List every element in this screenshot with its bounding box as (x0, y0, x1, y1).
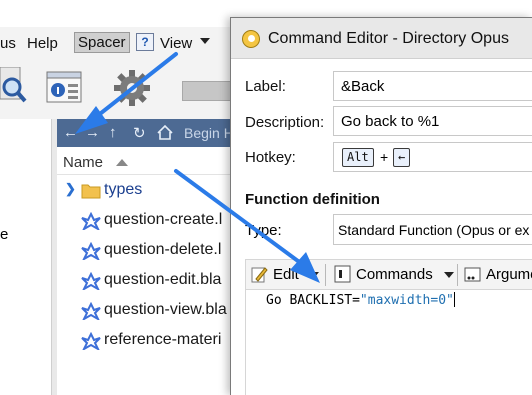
arguments-menu-button[interactable]: Argume (464, 264, 532, 286)
label-caption: Label: (245, 78, 286, 95)
edit-menu-button[interactable]: Edit (251, 264, 323, 286)
list-item[interactable]: question-view.bla (57, 296, 235, 326)
menu-item-help[interactable]: Help (27, 35, 58, 52)
refresh-icon[interactable]: ↻ (133, 124, 146, 142)
commands-icon (334, 265, 351, 283)
opus-app-icon (242, 30, 260, 48)
folder-tree-pane: e (0, 119, 52, 395)
arguments-menu-label: Argume (486, 266, 532, 283)
sort-ascending-icon (116, 159, 128, 166)
toolbar-divider (457, 264, 458, 286)
file-name: question-view.bla (104, 301, 227, 318)
blade-file-icon (81, 302, 101, 320)
list-item[interactable]: question-edit.bla (57, 266, 235, 296)
properties-icon[interactable] (46, 71, 84, 105)
list-item[interactable]: reference-materi (57, 326, 235, 356)
editor-toolbar: Edit Commands Argume (245, 259, 532, 289)
dialog-title: Command Editor - Directory Opus (268, 30, 509, 47)
label-field[interactable]: &Back (333, 71, 532, 101)
blade-file-icon (81, 272, 101, 290)
list-item[interactable]: question-create.l (57, 206, 235, 236)
toolbar-field[interactable] (182, 81, 235, 101)
search-icon[interactable] (0, 67, 28, 105)
background-menubar: us Help Spacer ? View (0, 27, 235, 59)
column-header[interactable]: Name (57, 147, 235, 175)
menu-item-spacer[interactable]: Spacer (74, 32, 130, 53)
edit-pencil-icon (251, 267, 268, 283)
commands-menu-label: Commands (356, 266, 433, 283)
file-name: types (104, 181, 143, 198)
back-arrow-icon[interactable]: ← (63, 124, 78, 141)
menu-item-fragment[interactable]: us (0, 35, 16, 52)
list-item[interactable]: question-delete.l (57, 236, 235, 266)
file-name: question-create.l (104, 211, 223, 228)
gear-icon[interactable] (113, 69, 151, 107)
view-help-icon: ? (136, 33, 154, 51)
list-item[interactable]: ❯ types (57, 176, 235, 206)
column-header-name[interactable]: Name (63, 154, 103, 171)
chevron-down-icon[interactable] (200, 38, 210, 44)
hotkey-field[interactable]: Alt + ← (333, 142, 532, 172)
folder-icon (81, 184, 101, 199)
toolbar-divider (325, 264, 326, 286)
command-code-editor[interactable]: Go BACKLIST="maxwidth=0" (245, 289, 532, 395)
file-name: question-delete.l (104, 241, 222, 258)
hotkey-caption: Hotkey: (245, 149, 296, 166)
blade-file-icon (81, 212, 101, 230)
function-definition-heading: Function definition (245, 191, 380, 208)
file-list-pane: ← → ↑ ↻ Begin H Name ❯ types question-cr… (57, 119, 235, 395)
file-name: reference-materi (104, 331, 222, 348)
commands-menu-button[interactable]: Commands (334, 264, 454, 286)
menu-item-view[interactable]: View (160, 35, 192, 52)
chevron-down-icon (309, 272, 319, 278)
description-caption: Description: (245, 114, 325, 131)
code-string-argument: "maxwidth=0" (359, 293, 454, 308)
code-command: Go BACKLIST= (266, 293, 360, 308)
arguments-icon (464, 267, 481, 282)
file-name: question-edit.bla (104, 271, 222, 288)
forward-arrow-icon[interactable]: → (85, 124, 100, 141)
up-arrow-icon[interactable]: ↑ (109, 124, 117, 141)
tree-text-fragment: e (0, 226, 9, 243)
chevron-down-icon (444, 272, 454, 278)
expand-chevron-icon[interactable]: ❯ (65, 181, 76, 197)
background-toolbar (0, 59, 235, 119)
dialog-titlebar[interactable]: Command Editor - Directory Opus (231, 18, 532, 59)
hotkey-alt-key: Alt (342, 148, 374, 167)
breadcrumb-text[interactable]: Begin H (184, 125, 234, 141)
hotkey-left-arrow-key: ← (393, 148, 411, 167)
blade-file-icon (81, 332, 101, 350)
description-field[interactable]: Go back to %1 (333, 106, 532, 136)
location-bar: ← → ↑ ↻ Begin H (57, 119, 235, 147)
home-icon[interactable] (157, 125, 173, 140)
command-editor-dialog: Command Editor - Directory Opus Label: &… (230, 17, 532, 395)
text-caret (453, 292, 455, 307)
edit-menu-label: Edit (273, 266, 299, 283)
blade-file-icon (81, 242, 101, 260)
type-select[interactable]: Standard Function (Opus or ex (333, 214, 532, 245)
hotkey-plus: + (380, 149, 389, 165)
type-caption: Type: (245, 222, 282, 239)
